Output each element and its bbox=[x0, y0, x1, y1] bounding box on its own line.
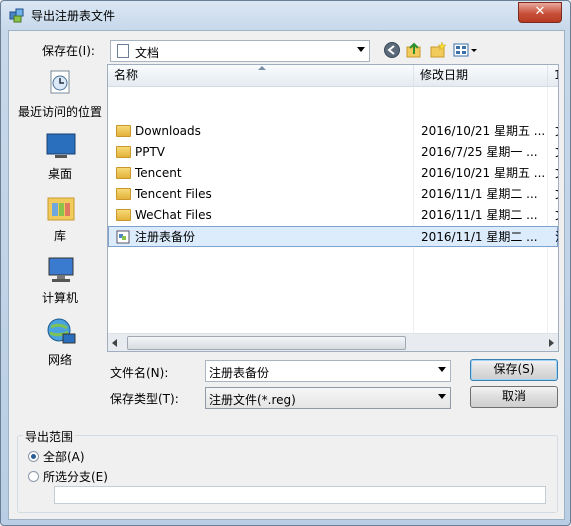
filetype-label: 保存类型(T): bbox=[110, 392, 179, 406]
radio-branch-label[interactable]: 所选分支(E) bbox=[43, 468, 108, 485]
radio-all[interactable] bbox=[28, 451, 39, 462]
list-item[interactable]: Tencent Files 2016/11/1 星期二 ... 文 bbox=[108, 184, 558, 205]
item-date: 2016/10/21 星期五 ... bbox=[421, 166, 546, 180]
dialog-window: 导出注册表文件 ✕ 保存在(I): 文档 最近访问的位置 桌面 库 计算机 网络… bbox=[0, 0, 571, 526]
folder-icon bbox=[116, 125, 131, 137]
scrollbar-thumb[interactable] bbox=[127, 336, 406, 350]
export-range-group: 导出范围 全部(A) 所选分支(E) bbox=[9, 427, 564, 519]
column-header-label: 名称 bbox=[114, 68, 139, 82]
filename-label: 文件名(N): bbox=[110, 366, 169, 380]
item-type: 文 bbox=[555, 163, 558, 184]
dialog-body: 保存在(I): 文档 最近访问的位置 桌面 库 计算机 网络 名称 修改日期 D… bbox=[8, 30, 565, 520]
item-type: 文 bbox=[555, 205, 558, 226]
item-date: 2016/10/21 星期五 ... bbox=[421, 124, 546, 138]
network-icon bbox=[47, 318, 76, 344]
list-item[interactable]: PPTV 2016/7/25 星期一 ... 文 bbox=[108, 142, 558, 163]
list-header: 名称 修改日期 1 bbox=[108, 65, 558, 87]
scroll-left-icon[interactable] bbox=[112, 339, 117, 347]
item-name: Tencent bbox=[135, 166, 182, 180]
radio-all-label[interactable]: 全部(A) bbox=[43, 448, 85, 465]
column-header-label: 修改日期 bbox=[420, 68, 469, 82]
column-header-label: 1 bbox=[554, 68, 558, 82]
item-name: 注册表备份 bbox=[135, 230, 196, 244]
item-date: 2016/11/1 星期二 ... bbox=[421, 230, 538, 244]
item-name: WeChat Files bbox=[135, 208, 212, 222]
radio-branch[interactable] bbox=[28, 471, 39, 482]
close-icon: ✕ bbox=[534, 4, 546, 19]
branch-path-input[interactable] bbox=[54, 486, 546, 504]
list-item[interactable]: WeChat Files 2016/11/1 星期二 ... 文 bbox=[108, 205, 558, 226]
filename-value: 注册表备份 bbox=[209, 366, 270, 380]
folder-icon bbox=[116, 188, 131, 200]
item-name: Tencent Files bbox=[135, 187, 212, 201]
file-list[interactable]: 名称 修改日期 1 Downloads 2016/10/21 星期五 ... 文… bbox=[107, 64, 559, 352]
item-date: 2016/7/25 星期一 ... bbox=[421, 145, 538, 159]
recent-places-icon bbox=[50, 70, 70, 94]
location-value: 文档 bbox=[135, 46, 160, 60]
reg-file-icon bbox=[116, 230, 130, 244]
place-label: 网络 bbox=[47, 353, 72, 367]
title-bar[interactable]: 导出注册表文件 ✕ bbox=[1, 1, 570, 28]
column-header-date[interactable]: 修改日期 bbox=[414, 65, 548, 86]
filename-field[interactable]: 注册表备份 bbox=[205, 360, 451, 382]
cancel-button[interactable]: 取消 bbox=[470, 386, 558, 408]
filetype-select[interactable]: 注册文件(*.reg) bbox=[205, 387, 451, 409]
item-name: Downloads bbox=[135, 124, 201, 138]
registry-editor-icon bbox=[9, 8, 24, 23]
chevron-down-icon bbox=[357, 47, 365, 52]
list-item[interactable]: Tencent 2016/10/21 星期五 ... 文 bbox=[108, 163, 558, 184]
new-folder-icon[interactable] bbox=[429, 41, 447, 59]
item-date: 2016/11/1 星期二 ... bbox=[421, 208, 538, 222]
filetype-value: 注册文件(*.reg) bbox=[209, 393, 296, 407]
place-label: 计算机 bbox=[41, 291, 78, 305]
list-item[interactable]: Downloads 2016/10/21 星期五 ... 文 bbox=[108, 121, 558, 142]
place-label: 桌面 bbox=[47, 167, 72, 181]
save-in-label: 保存在(I): bbox=[42, 44, 95, 58]
view-menu-icon[interactable] bbox=[453, 41, 479, 59]
computer-icon bbox=[48, 257, 74, 282]
place-label: 最近访问的位置 bbox=[17, 105, 102, 119]
folder-icon bbox=[116, 209, 131, 221]
export-range-label: 导出范围 bbox=[23, 428, 76, 445]
item-type: 文 bbox=[555, 184, 558, 205]
sort-up-icon bbox=[258, 66, 266, 70]
back-icon[interactable] bbox=[383, 41, 401, 59]
libraries-icon bbox=[47, 197, 75, 221]
item-type: 文 bbox=[555, 142, 558, 163]
location-combo[interactable]: 文档 bbox=[110, 40, 370, 62]
place-label: 库 bbox=[53, 229, 66, 243]
item-date: 2016/11/1 星期二 ... bbox=[421, 187, 538, 201]
item-type: 文 bbox=[555, 121, 558, 142]
cancel-button-label: 取消 bbox=[501, 389, 526, 403]
places-bar: 最近访问的位置 桌面 库 计算机 网络 bbox=[15, 64, 105, 379]
scroll-right-icon[interactable] bbox=[549, 339, 554, 347]
close-button[interactable]: ✕ bbox=[518, 2, 562, 23]
up-folder-icon[interactable] bbox=[405, 41, 423, 59]
column-header-name[interactable]: 名称 bbox=[108, 65, 414, 86]
item-type: 注 bbox=[555, 227, 558, 248]
chevron-down-icon bbox=[438, 394, 446, 399]
save-button[interactable]: 保存(S) bbox=[470, 359, 558, 381]
column-header-type[interactable]: 1 bbox=[548, 65, 558, 86]
folder-icon bbox=[116, 167, 131, 179]
desktop-icon bbox=[46, 133, 76, 158]
documents-icon bbox=[117, 44, 129, 58]
item-name: PPTV bbox=[135, 145, 166, 159]
horizontal-scrollbar[interactable] bbox=[108, 333, 558, 351]
list-item-selected[interactable]: 注册表备份 2016/11/1 星期二 ... 注 bbox=[108, 226, 558, 247]
chevron-down-icon bbox=[438, 367, 446, 372]
save-button-label: 保存(S) bbox=[493, 362, 535, 376]
folder-icon bbox=[116, 146, 131, 158]
window-title: 导出注册表文件 bbox=[31, 9, 116, 23]
